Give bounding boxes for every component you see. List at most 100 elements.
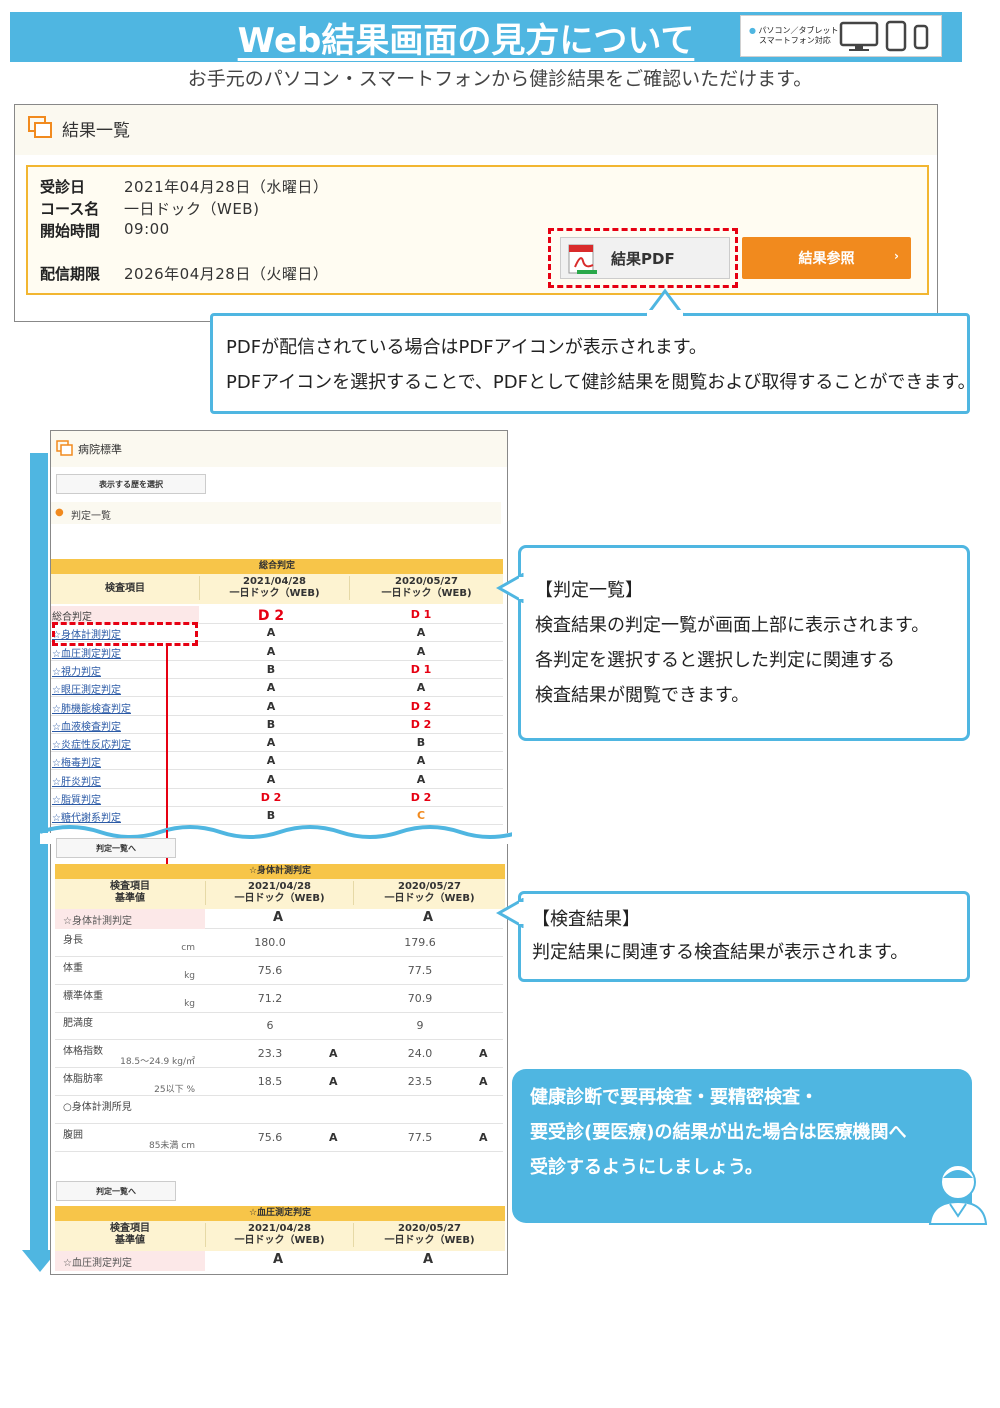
row-value-1: A — [272, 910, 284, 925]
page-subtitle: お手元のパソコン・スマートフォンから健診結果をご確認いただけます。 — [187, 68, 813, 90]
col-item-std: 検査項目 基準値 — [110, 881, 150, 904]
measure-row: 肥満度 6 9 — [55, 1012, 503, 1041]
measure-name: 体格指数 — [63, 1046, 103, 1058]
visit-date-label: 受診日 — [40, 178, 86, 196]
row-value-1: B — [266, 717, 276, 731]
summary-row[interactable]: ☆血液検査判定 B D 2 — [51, 716, 503, 734]
callout2-pointer — [496, 573, 524, 603]
summary-row[interactable]: ☆梅毒判定 A A — [51, 752, 503, 771]
back-to-judgment-button[interactable]: 判定一覧へ — [56, 838, 176, 858]
measure-value-1: 75.6 — [257, 963, 283, 977]
measure-row: 腹囲 85未満 cm 75.6 A 77.5 A — [55, 1124, 503, 1152]
measure-value-2: 70.9 — [407, 991, 433, 1005]
hospital-title: 病院標準 — [78, 443, 122, 456]
col-date2: 2020/05/27 一日ドック（WEB) — [349, 576, 503, 600]
summary-row[interactable]: ☆視力判定 B D 1 — [51, 661, 503, 679]
measure-value-2: 77.5 — [407, 1130, 433, 1144]
measure-name: 肥満度 — [63, 1018, 93, 1030]
device-badge: ● パソコン／タブレット スマートフォン対応 — [740, 15, 942, 57]
measure-unit: kg — [184, 998, 195, 1009]
pdf-highlight-frame — [548, 228, 738, 288]
col-date1: 2021/04/28 一日ドック（WEB) — [205, 881, 353, 905]
body-category-header: ☆身体計測判定 — [55, 864, 505, 879]
circle-bullet-icon: ● — [55, 507, 64, 518]
back-to-judgment-button[interactable]: 判定一覧へ — [56, 1181, 176, 1201]
result-view-label: 結果参照 — [798, 251, 855, 267]
measure-value-1: 71.2 — [257, 991, 283, 1005]
col-item-std: 検査項目 基準値 — [110, 1223, 150, 1246]
col-date2: 2020/05/27 一日ドック（WEB) — [353, 1223, 505, 1247]
row-name[interactable]: ☆血圧測定判定 — [52, 645, 121, 660]
measure-row: ○身体計測所見 — [55, 1096, 503, 1124]
row-value-2: A — [416, 754, 426, 768]
col-date2: 2020/05/27 一日ドック（WEB) — [353, 881, 505, 905]
row-name: ☆身体計測判定 — [63, 916, 132, 927]
measure-row: 体脂肪率 25以下 % 18.5 A 23.5 A — [55, 1068, 503, 1096]
course-value: 一日ドック（WEB) — [124, 200, 260, 218]
visit-date-value: 2021年04月28日（水曜日） — [124, 178, 329, 196]
measure-row: 標準体重 kg 71.2 70.9 — [55, 985, 503, 1013]
measure-value-2: 24.0 — [407, 1047, 433, 1061]
summary-row[interactable]: ☆炎症性反応判定 A B — [51, 734, 503, 753]
measure-value-1: 180.0 — [254, 936, 286, 949]
summary-row[interactable]: ☆脂質判定 D 2 D 2 — [51, 789, 503, 807]
row-value-2: A — [422, 1252, 434, 1267]
row-value-2: D 2 — [410, 717, 432, 731]
measure-judge-2: A — [479, 1130, 488, 1144]
summary-row[interactable]: ☆眼圧測定判定 A A — [51, 679, 503, 698]
body-judgment-row: ☆身体計測判定 A A — [55, 909, 503, 929]
measure-row: 体重 kg 75.6 77.5 — [55, 957, 503, 985]
callout-judgment-text: 【判定一覧】 検査結果の判定一覧が画面上部に表示されます。 各判定を選択すると選… — [535, 580, 930, 706]
measure-unit: 85未満 cm — [148, 1140, 195, 1151]
summary-table-header: 検査項目 2021/04/28 一日ドック（WEB) 2020/05/27 一日ドッ… — [51, 574, 503, 604]
row-name[interactable]: ☆脂質判定 — [52, 791, 101, 806]
select-history-button[interactable]: 表示する歴を選択 — [56, 474, 206, 494]
pointer-mask — [647, 310, 683, 316]
row-name[interactable]: ☆血液検査判定 — [52, 718, 121, 733]
row-name[interactable]: ☆炎症性反応判定 — [52, 736, 131, 751]
row-value-1: A — [266, 754, 276, 768]
measure-judge-1: A — [329, 1130, 338, 1144]
row-name[interactable]: ☆肝炎判定 — [52, 773, 101, 788]
measure-name: 腹囲 — [63, 1129, 83, 1141]
callout3-pointer — [496, 898, 524, 928]
start-time-label: 開始時間 — [40, 222, 101, 240]
row-value-2: B — [416, 736, 426, 750]
row-value-2: C — [416, 809, 426, 823]
advice-text: 健康診断で要再検査・要精密検査・ 要受診(要医療)の結果が出た場合は医療機関へ … — [530, 1087, 907, 1178]
row-name[interactable]: ☆視力判定 — [52, 663, 101, 678]
row-value-1: B — [266, 662, 276, 676]
measure-row: 体格指数 18.5～24.9 kg/㎡ 23.3 A 24.0 A — [55, 1040, 503, 1069]
callout-pdf-text: PDFが配信されている場合はPDFアイコンが表示されます。 PDFアイコンを選択… — [226, 337, 976, 393]
row-name[interactable]: ☆梅毒判定 — [52, 754, 101, 769]
row-name[interactable]: ☆肺機能検査判定 — [52, 700, 131, 715]
measure-judge-1: A — [329, 1047, 338, 1061]
result-view-button[interactable]: 結果参照 › — [742, 237, 911, 279]
measure-value-2: 77.5 — [407, 963, 433, 977]
chevron-right-icon: › — [894, 249, 899, 263]
measure-value-1: 18.5 — [257, 1075, 283, 1088]
bp-table-header: 検査項目 基準値 2021/04/28 一日ドック（WEB) 2020/05/27 一… — [55, 1221, 505, 1251]
row-value-2: A — [416, 644, 426, 658]
measure-judge-2: A — [479, 1075, 488, 1088]
row-value-2: A — [416, 681, 426, 695]
callout-exam-text: 【検査結果】 判定結果に関連する検査結果が表示されます。 — [532, 909, 909, 963]
deadline-label: 配信期限 — [40, 265, 101, 283]
col-item: 検査項目 — [105, 583, 145, 594]
deadline-value: 2026年04月28日（火曜日） — [124, 265, 329, 283]
start-time-value: 09:00 — [124, 220, 170, 238]
measure-unit: 18.5～24.9 kg/㎡ — [120, 1057, 195, 1068]
row-value-2: A — [416, 626, 426, 640]
summary-category-header: 総合判定 — [51, 559, 503, 574]
summary-row[interactable]: ☆肺機能検査判定 A D 2 — [51, 698, 503, 716]
row-value-1: B — [266, 809, 276, 823]
summary-row[interactable]: ☆肝炎判定 A A — [51, 771, 503, 789]
measure-unit: cm — [181, 943, 195, 953]
measure-value-1: 23.3 — [257, 1047, 283, 1061]
row-name[interactable]: ☆眼圧測定判定 — [52, 681, 121, 696]
row-value-2: D 2 — [410, 791, 432, 804]
row-name: ☆血圧測定判定 — [63, 1258, 132, 1269]
bp-category-header: ☆血圧測定判定 — [55, 1206, 505, 1221]
selected-judgment-frame — [52, 622, 198, 646]
bp-judgment-row: ☆血圧測定判定 A A — [55, 1251, 503, 1271]
